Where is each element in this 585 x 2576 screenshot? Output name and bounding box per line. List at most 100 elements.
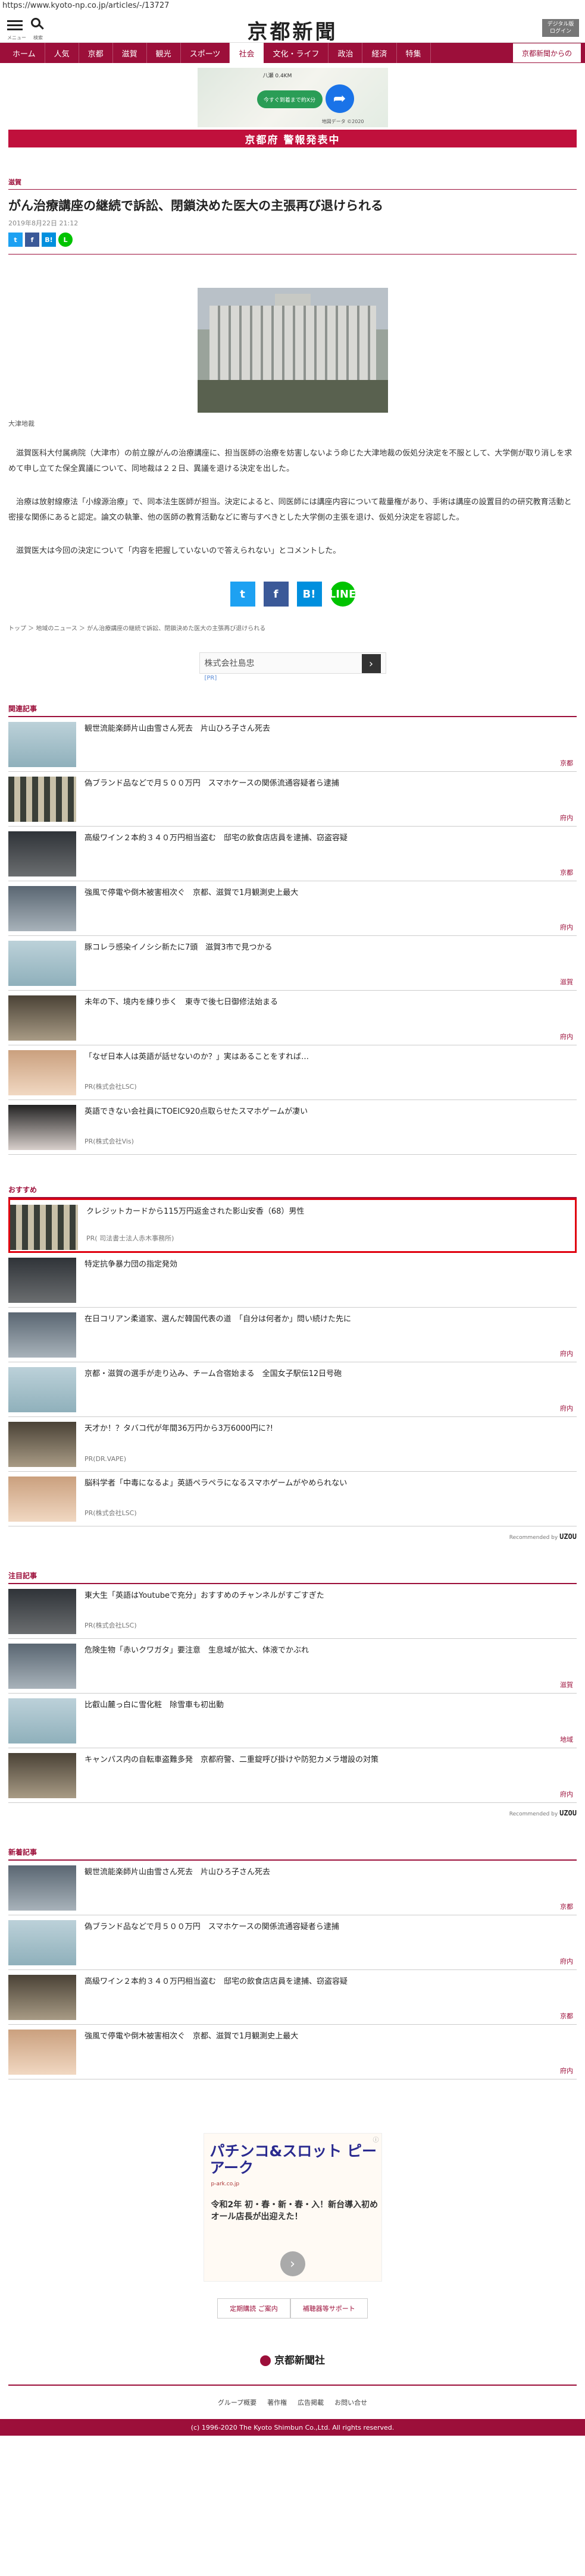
support-button[interactable]: 補聴器等サポート — [290, 2298, 368, 2319]
footer-link[interactable]: 著作権 — [267, 2398, 287, 2407]
hatena-icon[interactable]: B! — [42, 233, 56, 247]
thumbnail-image[interactable] — [8, 1753, 76, 1798]
list-item-tag[interactable]: 京都 — [560, 758, 573, 768]
list-item[interactable]: 観世流能楽師片山由雪さん死去 片山ひろ子さん死去京都 — [8, 717, 577, 772]
list-item-tag[interactable]: 府内 — [560, 1032, 573, 1041]
nav-economy[interactable]: 経済 — [362, 43, 397, 63]
search-icon[interactable] — [31, 18, 44, 31]
list-item[interactable]: 英語できない会社員にTOEIC920点取らせたスマホゲームが凄い PR(株式会社V… — [8, 1100, 577, 1155]
facebook-icon[interactable]: f — [25, 233, 39, 247]
text-ad[interactable]: 株式会社島忠 › [PR] — [199, 652, 386, 681]
nav-politics[interactable]: 政治 — [329, 43, 363, 63]
article-category[interactable]: 滋賀 — [8, 177, 577, 187]
thumbnail-image[interactable] — [8, 1644, 76, 1689]
site-logo[interactable]: 京都新聞 — [202, 15, 383, 45]
footer-link[interactable]: 広告掲載 — [298, 2398, 324, 2407]
line-icon[interactable]: LINE — [329, 582, 356, 607]
list-item[interactable]: クレジットカードから115万円返金された影山安香（68）男性 PR( 司法書士法人… — [8, 1198, 577, 1253]
list-item[interactable]: 強風で停電や倒木被害相次ぐ 京都、滋賀で1月観測史上最大 府内 — [8, 881, 577, 936]
thumbnail-image[interactable] — [8, 1258, 76, 1303]
thumbnail-image[interactable] — [10, 1205, 78, 1250]
list-item-title[interactable]: 在日コリアン柔道家、選んだ韓国代表の道 「自分は何者か」問い続けた先に — [85, 1314, 574, 1325]
url-bar[interactable]: https://www.kyoto-np.co.jp/articles/-/13… — [0, 0, 585, 12]
list-item-tag[interactable]: 滋賀 — [560, 1680, 573, 1689]
thumbnail-image[interactable] — [8, 1312, 76, 1358]
thumbnail-image[interactable] — [8, 777, 76, 822]
nav-home[interactable]: ホーム — [4, 43, 45, 63]
list-item-title[interactable]: 観世流能楽師片山由雪さん死去 片山ひろ子さん死去 — [85, 723, 574, 734]
line-icon[interactable]: L — [58, 233, 73, 247]
thumbnail-image[interactable] — [8, 722, 76, 767]
list-item-tag[interactable]: 滋賀 — [560, 977, 573, 987]
nav-shiga[interactable]: 滋賀 — [113, 43, 147, 63]
footer-logo[interactable]: 京都新聞社 — [0, 2352, 585, 2367]
uzou-logo[interactable]: UZOU — [559, 1532, 577, 1541]
list-item-tag[interactable]: 府内 — [560, 922, 573, 932]
map-ad-pill[interactable]: 今すぐ到着まで約X分 — [256, 90, 323, 108]
list-item-title[interactable]: キャンパス内の自転車盗難多発 京都府警、二重錠呼び掛けや防犯カメラ増設の対策 — [85, 1754, 574, 1765]
facebook-icon[interactable]: f — [263, 582, 289, 607]
thumbnail-image[interactable] — [8, 1698, 76, 1743]
list-item-tag[interactable]: 京都 — [560, 1902, 573, 1911]
subscribe-button[interactable]: 定期購読 ご案内 — [217, 2298, 290, 2319]
list-item[interactable]: 比叡山麓っ白に雪化粧 除雪車も初出動地域 — [8, 1694, 577, 1748]
list-item-title[interactable]: 英語できない会社員にTOEIC920点取らせたスマホゲームが凄い — [85, 1106, 574, 1117]
thumbnail-image[interactable] — [8, 831, 76, 877]
footer-link[interactable]: お問い合せ — [334, 2398, 367, 2407]
thumbnail-image[interactable] — [8, 1589, 76, 1634]
list-item[interactable]: 特定抗争暴力団の指定発効 — [8, 1253, 577, 1308]
list-item-tag[interactable]: 府内 — [560, 1349, 573, 1358]
list-item[interactable]: 観世流能楽師片山由雪さん死去 片山ひろ子さん死去京都 — [8, 1861, 577, 1915]
banner-ad[interactable]: ⓘ パチンコ&スロット ピーアーク p-ark.co.jp 令和2年 初・春・新… — [203, 2133, 382, 2282]
chevron-right-icon[interactable]: › — [280, 2251, 305, 2276]
list-item-title[interactable]: 高級ワイン２本約３４０万円相当盗む 邸宅の飲食店店員を逮捕、窃盗容疑 — [85, 833, 574, 844]
thumbnail-image[interactable] — [8, 941, 76, 986]
list-item-title[interactable]: 脳科学者「中毒になるよ」英語ペラペラになるスマホゲームがやめられない — [85, 1478, 574, 1489]
list-item-tag[interactable]: 京都 — [560, 868, 573, 877]
list-item-title[interactable]: 危険生物「赤いクワガタ」要注意 生息域が拡大、体液でかぶれ — [85, 1645, 574, 1656]
list-item-tag[interactable]: 地域 — [560, 1735, 573, 1744]
list-item[interactable]: 危険生物「赤いクワガタ」要注意 生息域が拡大、体液でかぶれ滋賀 — [8, 1639, 577, 1694]
list-item-title[interactable]: 豚コレラ感染イノシシ新たに7頭 滋賀3市で見つかる — [85, 942, 574, 953]
list-item-title[interactable]: 偽ブランド品などで月５００万円 スマホケースの関係流通容疑者ら逮捕 — [85, 778, 574, 789]
list-item-tag[interactable]: 府内 — [560, 1403, 573, 1413]
thumbnail-image[interactable] — [8, 1865, 76, 1911]
list-item-tag[interactable]: 府内 — [560, 1956, 573, 1966]
menu-icon[interactable] — [7, 18, 23, 33]
nav-sports[interactable]: スポーツ — [181, 43, 230, 63]
list-item[interactable]: 「なぜ日本人は英語が話せないのか？」実はあることをすれば… PR(株式会社LSC) — [8, 1045, 577, 1100]
thumbnail-image[interactable] — [8, 1975, 76, 2020]
list-item-title[interactable]: 未年の下、境内を練り歩く 東寺で後七日御修法始まる — [85, 997, 574, 1008]
nav-tourism[interactable]: 観光 — [147, 43, 181, 63]
list-item[interactable]: 強風で停電や倒木被害相次ぐ 京都、滋賀で1月観測史上最大 府内 — [8, 2025, 577, 2079]
list-item[interactable]: 在日コリアン柔道家、選んだ韓国代表の道 「自分は何者か」問い続けた先に府内 — [8, 1308, 577, 1362]
list-item[interactable]: 高級ワイン２本約３４０万円相当盗む 邸宅の飲食店店員を逮捕、窃盗容疑京都 — [8, 827, 577, 881]
list-item-title[interactable]: 強風で停電や倒木被害相次ぐ 京都、滋賀で1月観測史上最大 — [85, 2031, 574, 2042]
thumbnail-image[interactable] — [8, 2030, 76, 2075]
list-item-title[interactable]: 京都・滋賀の選手が走り込み、チーム合宿始まる 全国女子駅伝12日号砲 — [85, 1368, 574, 1380]
nav-special[interactable]: 京都新聞からの — [512, 43, 581, 63]
recommended-by[interactable]: Recommended by UZOU — [8, 1532, 577, 1541]
list-item-tag[interactable]: 京都 — [560, 2011, 573, 2021]
list-item-title[interactable]: 「なぜ日本人は英語が話せないのか？」実はあることをすれば… — [85, 1051, 574, 1063]
list-item-title[interactable]: 観世流能楽師片山由雪さん死去 片山ひろ子さん死去 — [85, 1867, 574, 1878]
list-item-tag[interactable]: 府内 — [560, 813, 573, 822]
list-item[interactable]: 偽ブランド品などで月５００万円 スマホケースの関係流通容疑者ら逮捕 府内 — [8, 1915, 577, 1970]
list-item[interactable]: 偽ブランド品などで月５００万円 スマホケースの関係流通容疑者ら逮捕府内 — [8, 772, 577, 827]
list-item[interactable]: 未年の下、境内を練り歩く 東寺で後七日御修法始まる府内 — [8, 991, 577, 1045]
twitter-icon[interactable]: t — [230, 582, 255, 607]
thumbnail-image[interactable] — [8, 1477, 76, 1522]
article-photo[interactable] — [197, 288, 388, 413]
footer-link[interactable]: グループ概要 — [218, 2398, 256, 2407]
list-item[interactable]: 高級ワイン２本約３４０万円相当盗む 邸宅の飲食店店員を逮捕、窃盗容疑 京都 — [8, 1970, 577, 2025]
breadcrumb[interactable]: トップ ＞ 地域のニュース ＞ がん治療講座の継続で訴訟、閉鎖決めた医大の主張再… — [8, 623, 585, 632]
list-item[interactable]: 天才か！？タバコ代が年間36万円から3万6000円に?! PR(DR.VAPE) — [8, 1417, 577, 1472]
list-item-title[interactable]: 比叡山麓っ白に雪化粧 除雪車も初出動 — [85, 1699, 574, 1711]
list-item[interactable]: 豚コレラ感染イノシシ新たに7頭 滋賀3市で見つかる滋賀 — [8, 936, 577, 991]
text-ad-label[interactable]: 株式会社島忠 — [205, 657, 255, 669]
nav-culture[interactable]: 文化・ライフ — [264, 43, 329, 63]
thumbnail-image[interactable] — [8, 886, 76, 931]
chevron-right-icon[interactable]: › — [361, 654, 381, 673]
list-item[interactable]: 東大生「英語はYoutubeで充分」おすすめのチャンネルがすごすぎた PR(株式会… — [8, 1584, 577, 1639]
recommended-by[interactable]: Recommended by UZOU — [8, 1809, 577, 1817]
